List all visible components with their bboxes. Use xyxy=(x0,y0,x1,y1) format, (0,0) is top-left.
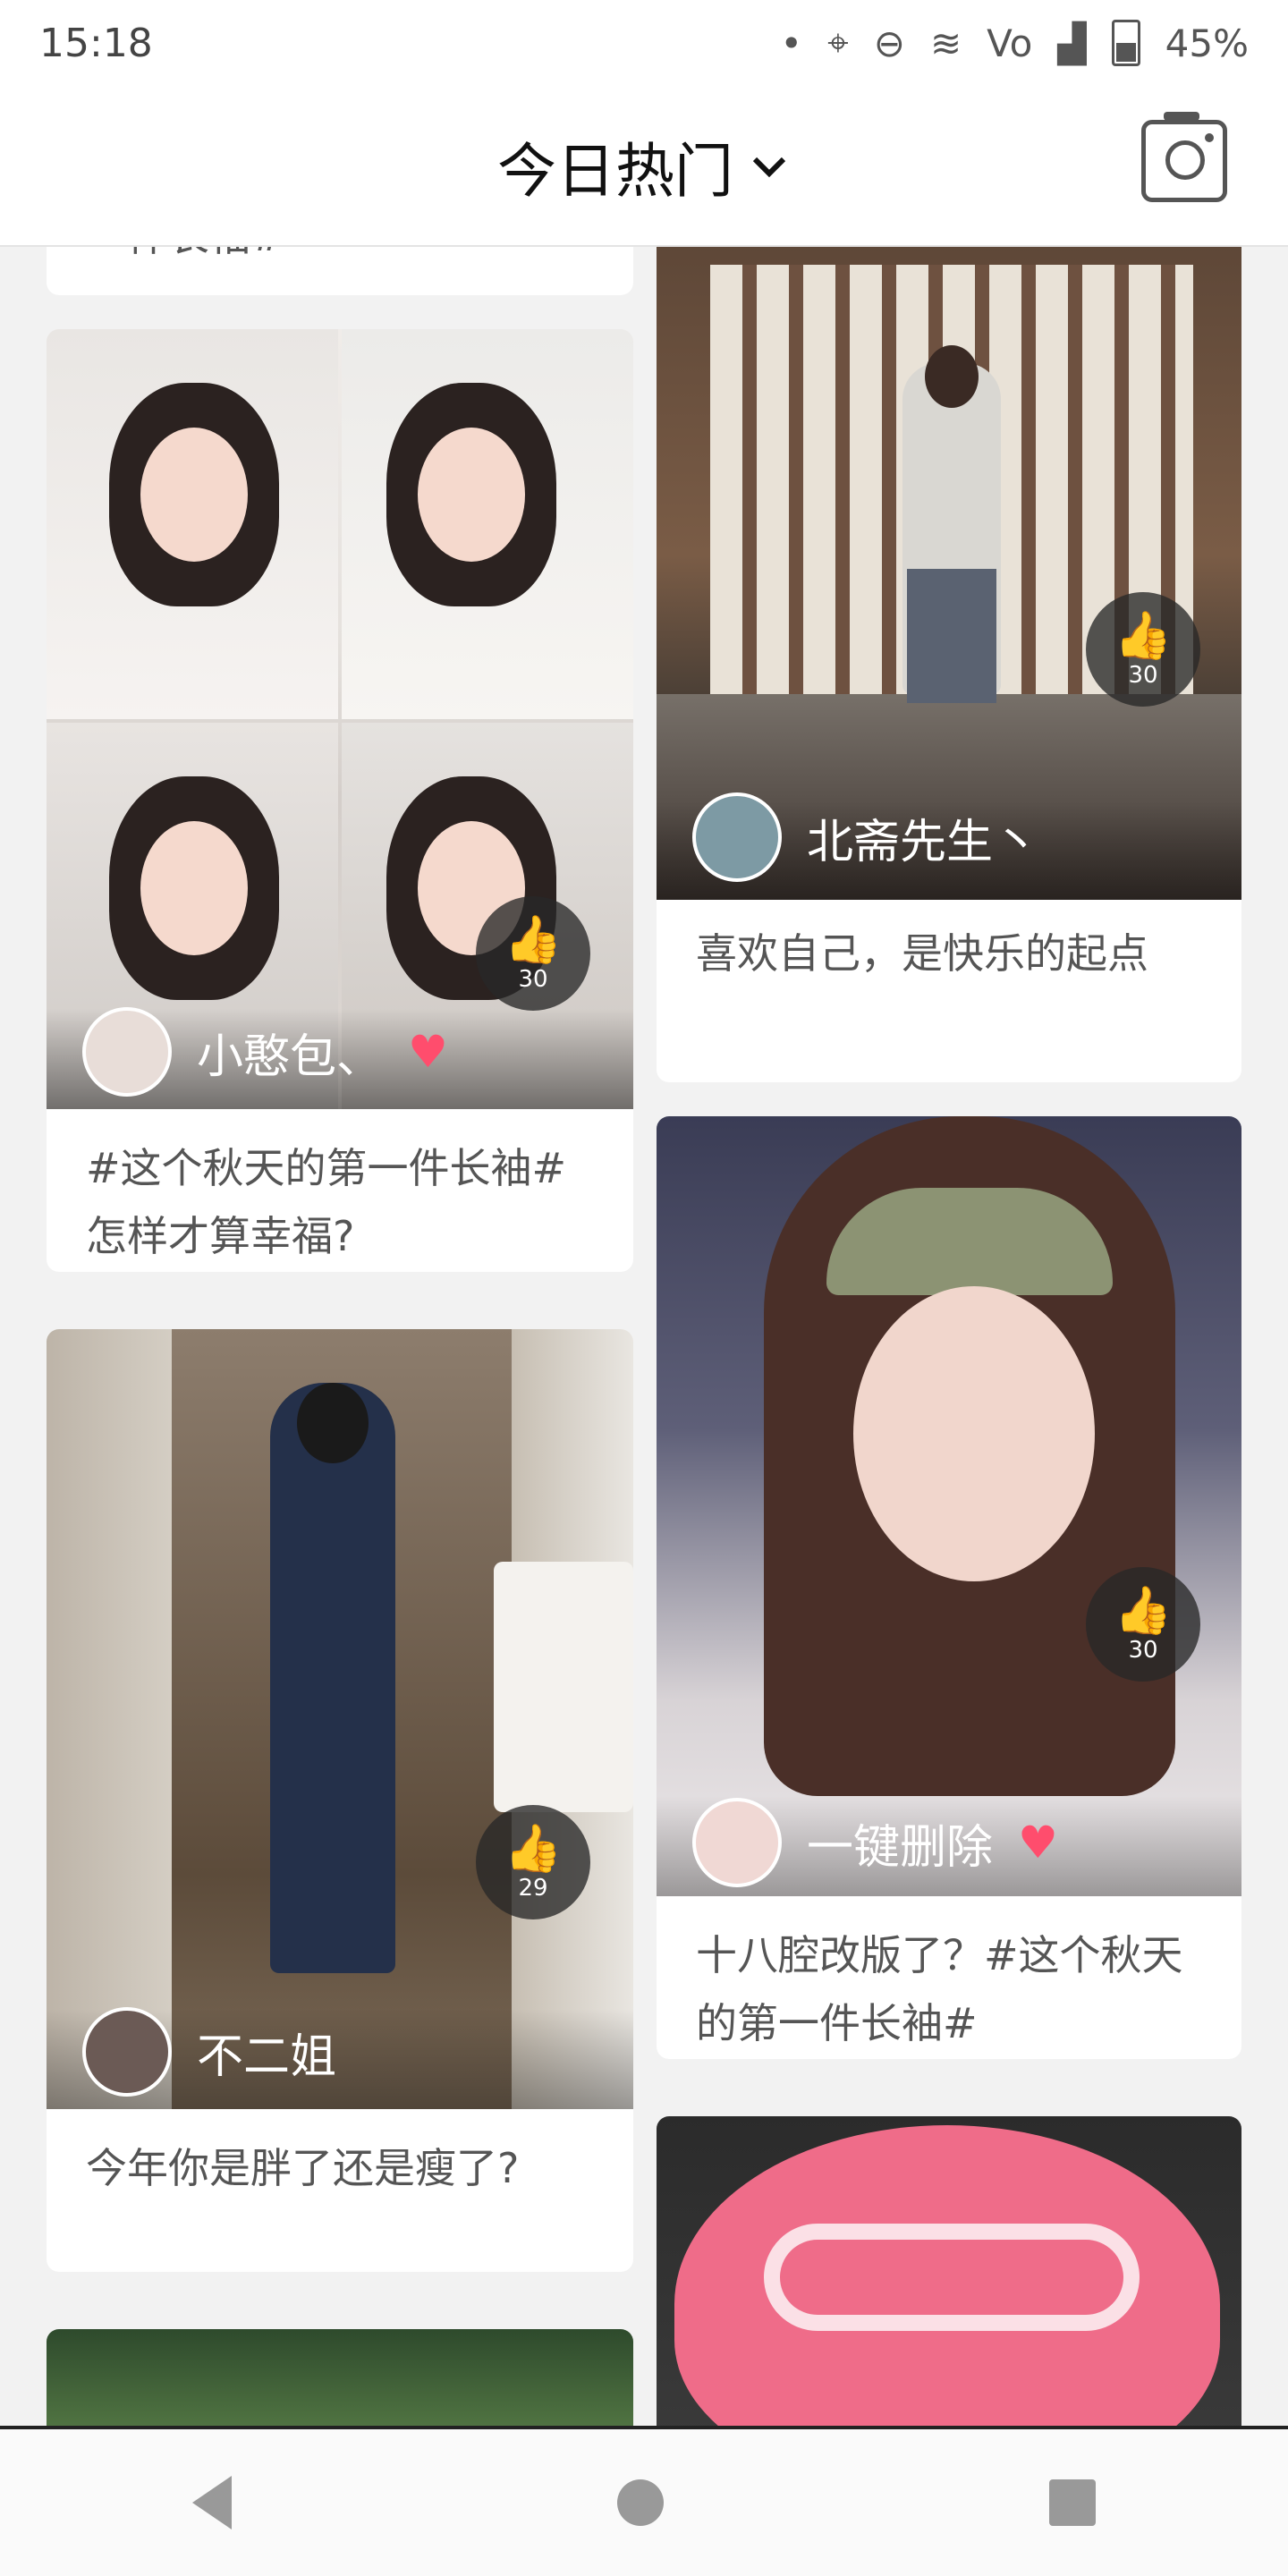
thumbs-up-icon: 👍 xyxy=(1114,1584,1173,1638)
post-photo[interactable]: 一键删除 ♥ 👍 30 xyxy=(657,1116,1241,1896)
like-count: 30 xyxy=(1128,1637,1158,1664)
list-item[interactable] xyxy=(47,2329,633,2426)
signal-icon: ▟ xyxy=(1057,21,1087,65)
card-caption: 十八腔改版了？#这个秋天的第一件长袖# xyxy=(696,1931,1183,2047)
card-caption: #这个秋天的第一件长袖# 怎样才算幸福? xyxy=(86,1144,567,1260)
like-count: 29 xyxy=(518,1875,548,1902)
home-icon[interactable] xyxy=(616,2479,664,2526)
post-photo[interactable] xyxy=(47,2329,633,2426)
battery-percent: 45% xyxy=(1165,21,1249,65)
feed-selector[interactable]: 今日热门 xyxy=(0,86,1288,247)
thumbs-up-icon: 👍 xyxy=(504,913,563,967)
post-author[interactable]: 小憨包、 ♥ xyxy=(82,1007,448,1097)
status-bar: 15:18 • ⌖ ⊖ ≋ Vo ▟ 45% xyxy=(0,0,1288,86)
battery-icon xyxy=(1111,20,1140,66)
like-button[interactable]: 👍 30 xyxy=(1086,1567,1200,1682)
notification-dot-icon: • xyxy=(780,21,803,65)
post-photo[interactable]: 不二姐 👍 29 xyxy=(47,1329,633,2109)
like-button[interactable]: 👍 30 xyxy=(1086,592,1200,707)
list-item[interactable] xyxy=(657,2116,1241,2426)
post-photo[interactable] xyxy=(657,2116,1241,2426)
like-count: 30 xyxy=(1128,662,1158,689)
camera-icon[interactable] xyxy=(1141,112,1227,202)
page-title: 今日热门 xyxy=(497,137,733,206)
status-icons: • ⌖ ⊖ ≋ Vo ▟ 45% xyxy=(780,20,1249,66)
username: 不二姐 xyxy=(197,2029,337,2084)
username: 北斋先生丶 xyxy=(807,815,1040,869)
dnd-icon: ⊖ xyxy=(873,21,905,65)
status-time: 15:18 xyxy=(39,20,153,66)
post-photo[interactable]: 小憨包、 ♥ 👍 30 xyxy=(47,329,633,1109)
back-icon[interactable] xyxy=(192,2476,233,2529)
avatar[interactable] xyxy=(82,1007,172,1097)
avatar[interactable] xyxy=(692,792,782,882)
thumbs-up-icon: 👍 xyxy=(504,1822,563,1876)
avatar[interactable] xyxy=(82,2007,172,2097)
avatar[interactable] xyxy=(692,1798,782,1887)
system-nav-bar xyxy=(0,2426,1288,2576)
card-caption: 喜欢自己，是快乐的起点 xyxy=(696,929,1148,978)
wifi-icon: ≋ xyxy=(929,21,962,65)
card-caption: 一件长袖# xyxy=(86,247,597,270)
username: 一键删除 xyxy=(807,1820,994,1875)
thumbs-up-icon: 👍 xyxy=(1114,609,1173,663)
list-item[interactable]: 一键删除 ♥ 👍 30 十八腔改版了？#这个秋天的第一件长袖# xyxy=(657,1116,1241,2059)
post-author[interactable]: 一键删除 ♥ xyxy=(692,1798,1058,1887)
like-button[interactable]: 👍 29 xyxy=(476,1805,590,1919)
post-author[interactable]: 不二姐 xyxy=(82,2007,336,2097)
chevron-down-icon xyxy=(752,157,786,178)
like-button[interactable]: 👍 30 xyxy=(476,896,590,1011)
post-author[interactable]: 北斋先生丶 xyxy=(692,792,1039,882)
recents-icon[interactable] xyxy=(1048,2479,1096,2526)
username: 小憨包、 xyxy=(197,1030,384,1084)
list-item[interactable]: 不二姐 👍 29 今年你是胖了还是瘦了? xyxy=(47,1329,633,2272)
heart-badge-icon: ♥ xyxy=(1018,1817,1058,1868)
list-item[interactable]: 小憨包、 ♥ 👍 30 #这个秋天的第一件长袖# 怎样才算幸福? xyxy=(47,329,633,1272)
like-count: 30 xyxy=(518,966,548,993)
feed[interactable]: 一件长袖# 小憨包、 ♥ 👍 30 xyxy=(0,247,1288,2426)
volte-icon: Vo xyxy=(987,21,1033,65)
location-icon: ⌖ xyxy=(827,21,849,64)
heart-badge-icon: ♥ xyxy=(408,1026,448,1078)
card-caption: 今年你是胖了还是瘦了? xyxy=(86,2144,520,2192)
list-item[interactable]: 北斋先生丶 👍 30 喜欢自己，是快乐的起点 xyxy=(657,247,1241,1082)
header: 今日热门 xyxy=(0,86,1288,247)
list-item-partial[interactable]: 一件长袖# xyxy=(47,247,633,295)
post-photo[interactable]: 北斋先生丶 👍 30 xyxy=(657,247,1241,900)
